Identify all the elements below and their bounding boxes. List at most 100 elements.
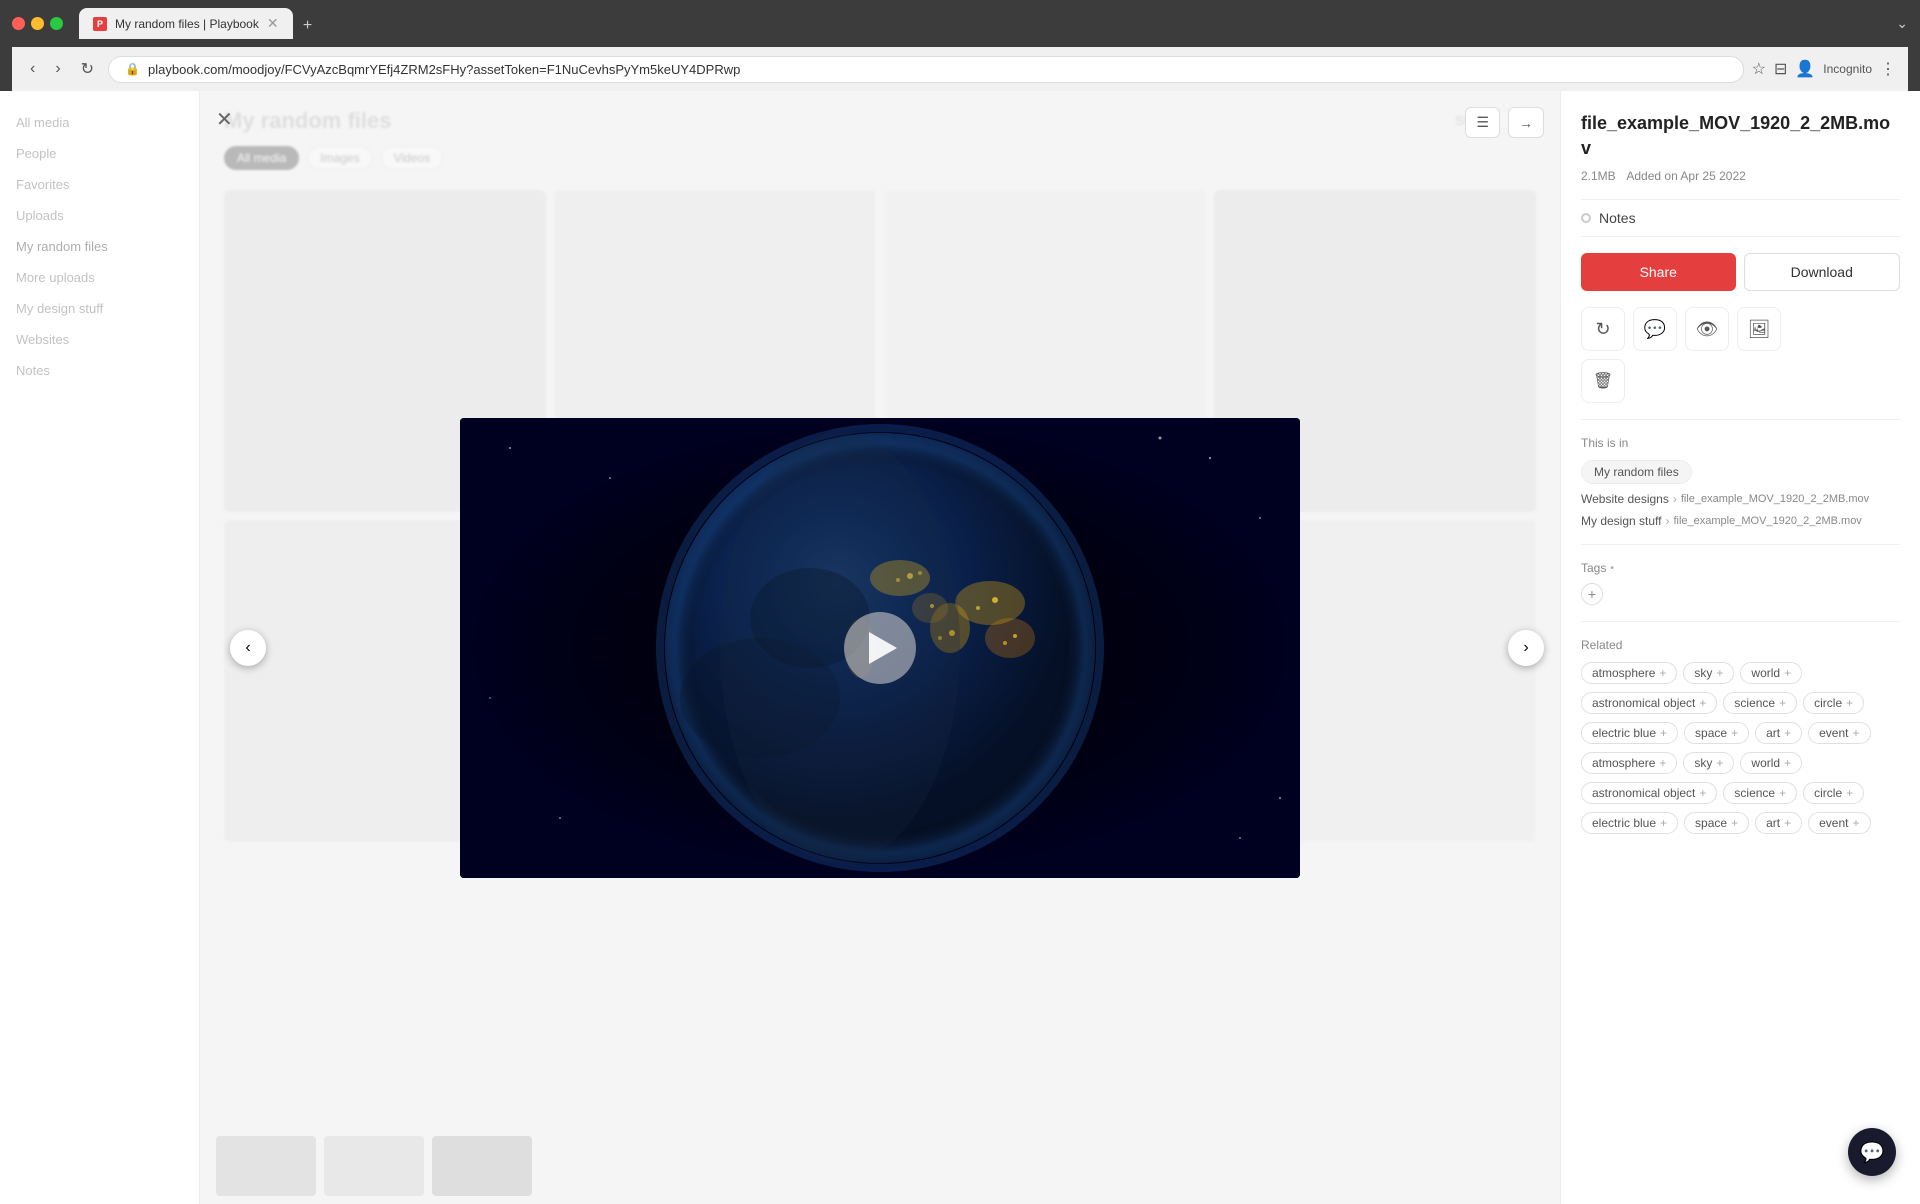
activity-icon-button[interactable]: ↻ <box>1581 307 1625 351</box>
account-icon[interactable]: 👤 <box>1795 59 1815 79</box>
chat-icon: 💬 <box>1860 1140 1885 1165</box>
chat-bubble-button[interactable]: 💬 <box>1848 1128 1896 1176</box>
delete-button[interactable]: 🗑 <box>1581 359 1625 403</box>
sidebar: All media People Favorites Uploads My ra… <box>0 91 200 1204</box>
plus-icon: + <box>1852 816 1859 830</box>
plus-icon: + <box>1699 786 1706 800</box>
visibility-icon-button[interactable]: 👁 <box>1685 307 1729 351</box>
browser-toolbar-actions: ☆ ⊟ 👤 Incognito ⋮ <box>1752 59 1896 79</box>
related-group-6: electric blue + space + art + event + <box>1581 812 1900 834</box>
image-icon-button[interactable]: 🖼 <box>1737 307 1781 351</box>
main-content: My random files Share 🔍 All media Images… <box>200 91 1560 1204</box>
related-tag-astronomical-1[interactable]: astronomical object + <box>1581 692 1717 714</box>
related-tag-electric-blue-1[interactable]: electric blue + <box>1581 722 1678 744</box>
related-tag-sky-2[interactable]: sky + <box>1683 752 1734 774</box>
related-tag-art-1[interactable]: art + <box>1755 722 1802 744</box>
related-section: Related atmosphere + sky + world + astro… <box>1581 638 1900 834</box>
reload-button[interactable]: ↻ <box>75 55 100 83</box>
related-tag-event-2[interactable]: event + <box>1808 812 1870 834</box>
tags-text: Tags <box>1581 561 1606 575</box>
plus-icon: + <box>1846 696 1853 710</box>
page-header: My random files Share 🔍 <box>200 91 1560 146</box>
comment-icon: 💬 <box>1644 319 1666 340</box>
bookmark-icon[interactable]: ☆ <box>1752 59 1766 79</box>
plus-icon: + <box>1699 696 1706 710</box>
divider-1 <box>1581 419 1900 420</box>
tags-dot-icon: • <box>1610 563 1614 574</box>
plus-icon: + <box>1852 726 1859 740</box>
back-button[interactable]: ‹ <box>24 56 41 82</box>
chevron-icon-2: › <box>1665 514 1669 528</box>
related-tag-event-1[interactable]: event + <box>1808 722 1870 744</box>
tags-section: Tags • + <box>1581 561 1900 605</box>
page-title: My random files <box>224 108 391 134</box>
related-group-4: atmosphere + sky + world + <box>1581 752 1900 774</box>
active-tab[interactable]: P My random files | Playbook ✕ <box>79 8 293 39</box>
related-tag-space-1[interactable]: space + <box>1684 722 1749 744</box>
share-button[interactable]: Share <box>1581 253 1736 291</box>
browser-chrome: P My random files | Playbook ✕ + ⌄ ‹ › ↻… <box>0 0 1920 91</box>
related-tag-science-2[interactable]: science + <box>1723 782 1797 804</box>
file-added: Added on Apr 25 2022 <box>1626 169 1745 183</box>
tab-close-button[interactable]: ✕ <box>267 15 279 32</box>
related-tag-atmosphere-2[interactable]: atmosphere + <box>1581 752 1677 774</box>
notes-label: Notes <box>1599 210 1636 226</box>
action-buttons: Share Download <box>1581 253 1900 291</box>
notes-dot-icon <box>1581 213 1591 223</box>
image-icon: 🖼 <box>1748 319 1771 340</box>
list-view-button[interactable]: ☰ <box>1465 107 1500 138</box>
maximize-window-button[interactable] <box>50 17 63 30</box>
address-bar[interactable]: 🔒 playbook.com/moodjoy/FCVyAzcBqmrYEfj4Z… <box>108 56 1744 83</box>
related-tag-astronomical-2[interactable]: astronomical object + <box>1581 782 1717 804</box>
related-tag-space-2[interactable]: space + <box>1684 812 1749 834</box>
add-tag-button[interactable]: + <box>1581 583 1603 605</box>
tab-title: My random files | Playbook <box>115 17 259 31</box>
related-tag-circle-2[interactable]: circle + <box>1803 782 1864 804</box>
incognito-label: Incognito <box>1823 62 1872 76</box>
url-text: playbook.com/moodjoy/FCVyAzcBqmrYEfj4ZRM… <box>148 62 1727 77</box>
tab-favicon: P <box>93 17 107 31</box>
related-tag-science-1[interactable]: science + <box>1723 692 1797 714</box>
chevron-icon-1: › <box>1673 492 1677 506</box>
filter-bar: All media Images Videos <box>200 146 1560 182</box>
location-tag-my-random[interactable]: My random files <box>1581 460 1692 484</box>
plus-icon: + <box>1660 816 1667 830</box>
filter-all-media[interactable]: All media <box>224 146 299 170</box>
forward-button-toolbar[interactable]: → <box>1508 107 1544 138</box>
thumbnail-strip <box>200 1128 1560 1204</box>
related-tag-art-2[interactable]: art + <box>1755 812 1802 834</box>
related-tag-sky-1[interactable]: sky + <box>1683 662 1734 684</box>
previous-button[interactable]: ‹ <box>230 630 266 666</box>
related-tag-world-1[interactable]: world + <box>1740 662 1802 684</box>
menu-icon[interactable]: ⋮ <box>1880 59 1896 79</box>
browser-dots <box>12 17 63 30</box>
filter-videos[interactable]: Videos <box>381 146 443 170</box>
comment-icon-button[interactable]: 💬 <box>1633 307 1677 351</box>
split-screen-icon[interactable]: ⊟ <box>1774 59 1787 79</box>
plus-icon: + <box>1659 666 1666 680</box>
next-button[interactable]: › <box>1508 630 1544 666</box>
more-tabs-button[interactable]: ⌄ <box>1896 15 1908 32</box>
minimize-window-button[interactable] <box>31 17 44 30</box>
close-button[interactable]: ✕ <box>216 107 233 132</box>
play-button[interactable] <box>844 612 916 684</box>
related-tag-electric-blue-2[interactable]: electric blue + <box>1581 812 1678 834</box>
video-player[interactable] <box>460 418 1300 878</box>
related-tag-world-2[interactable]: world + <box>1740 752 1802 774</box>
breadcrumb-file-1: file_example_MOV_1920_2_2MB.mov <box>1681 493 1869 505</box>
plus-icon: + <box>1731 726 1738 740</box>
breadcrumb-website-designs[interactable]: Website designs <box>1581 492 1669 506</box>
new-tab-button[interactable]: + <box>295 13 321 39</box>
filter-images[interactable]: Images <box>307 146 372 170</box>
related-tag-atmosphere-1[interactable]: atmosphere + <box>1581 662 1677 684</box>
close-window-button[interactable] <box>12 17 25 30</box>
browser-titlebar: P My random files | Playbook ✕ + ⌄ <box>12 8 1908 39</box>
plus-icon: + <box>1784 726 1791 740</box>
related-tag-circle-1[interactable]: circle + <box>1803 692 1864 714</box>
download-button[interactable]: Download <box>1744 253 1901 291</box>
icon-row-1: ↻ 💬 👁 🖼 <box>1581 307 1900 351</box>
breadcrumb-my-design-stuff[interactable]: My design stuff <box>1581 514 1661 528</box>
video-toolbar: ☰ → <box>1465 107 1544 138</box>
related-group-5: astronomical object + science + circle + <box>1581 782 1900 804</box>
forward-button[interactable]: › <box>49 56 66 82</box>
